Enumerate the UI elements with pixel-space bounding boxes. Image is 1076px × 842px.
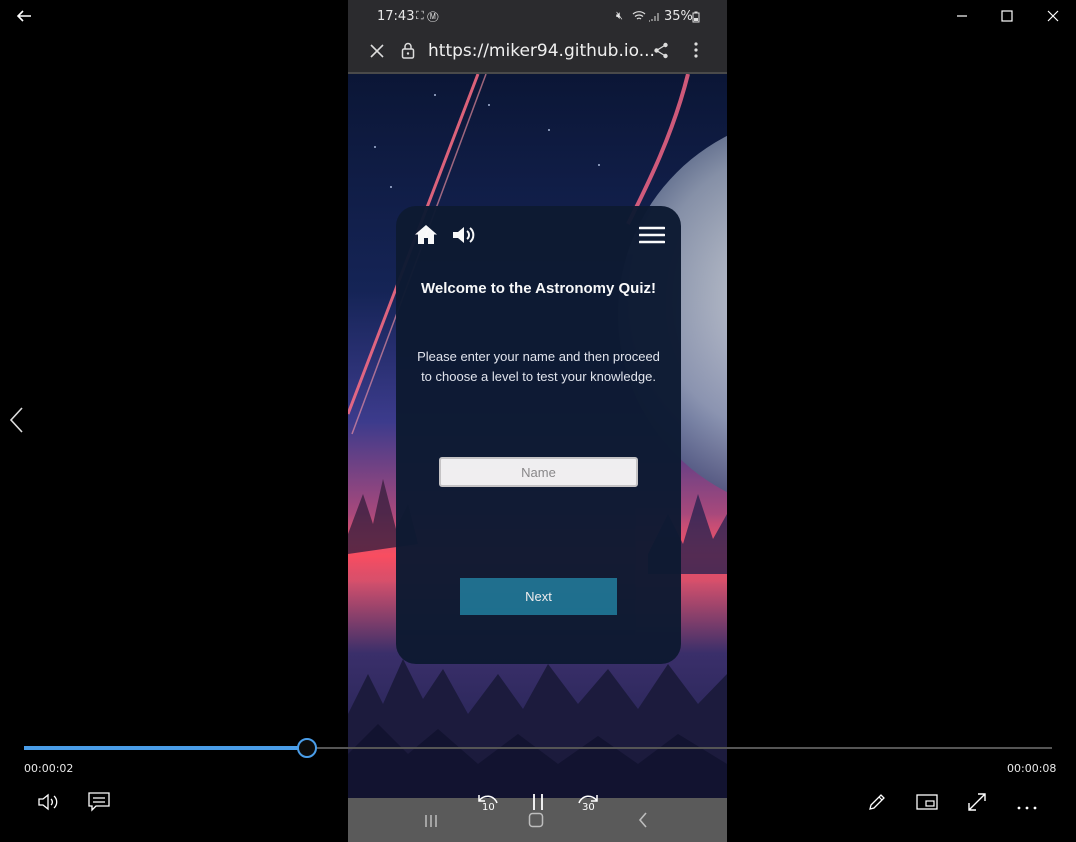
wifi-icon [632, 10, 646, 25]
status-time: 17:43 [377, 9, 415, 24]
fullscreen-button[interactable] [963, 790, 991, 818]
maximize-icon [1001, 10, 1013, 22]
previous-button[interactable] [4, 406, 28, 434]
seek-bar-fill [24, 746, 307, 750]
home-icon[interactable] [414, 224, 438, 249]
more-options-button[interactable] [1013, 790, 1041, 818]
close-button[interactable] [1041, 4, 1065, 28]
phone-screen: 17:43 ⛶ Ⓜ 🔇︎ 35% https://miker94.github.… [348, 0, 727, 842]
star [548, 129, 550, 131]
subtitles-icon [88, 792, 110, 816]
maximize-button[interactable] [995, 4, 1019, 28]
name-input[interactable] [439, 457, 638, 487]
star [374, 146, 376, 148]
share-icon[interactable] [653, 42, 669, 63]
star [434, 94, 436, 96]
recent-apps-icon[interactable] [424, 813, 438, 832]
current-time: 00:00:02 [24, 762, 74, 775]
expand-icon [967, 792, 987, 816]
signal-icon [648, 11, 660, 26]
quiz-instructions: Please enter your name and then proceed … [417, 349, 660, 384]
pencil-icon [867, 792, 887, 816]
next-button[interactable]: Next [460, 578, 617, 615]
status-bar: 17:43 ⛶ Ⓜ 🔇︎ 35% [348, 0, 727, 32]
star [488, 104, 490, 106]
hamburger-menu-icon[interactable] [638, 226, 666, 248]
quiz-card: Welcome to the Astronomy Quiz! Please en… [396, 206, 681, 664]
star [390, 186, 392, 188]
mini-view-button[interactable] [913, 790, 941, 818]
ellipsis-icon [1017, 795, 1037, 814]
back-button[interactable] [12, 4, 36, 28]
browser-toolbar: https://miker94.github.io... [348, 32, 727, 74]
minimize-button[interactable] [950, 4, 974, 28]
more-menu-icon[interactable] [694, 42, 698, 62]
back-nav-icon[interactable] [638, 812, 648, 832]
lock-icon [401, 42, 415, 63]
forward-seconds: 30 [582, 802, 595, 813]
pause-button[interactable] [524, 790, 552, 818]
space-background: Welcome to the Astronomy Quiz! Please en… [348, 74, 727, 798]
seek-thumb[interactable] [296, 738, 317, 758]
notification-icons: ⛶ Ⓜ [416, 9, 439, 22]
subtitles-button[interactable] [85, 790, 113, 818]
mute-icon: 🔇︎ [616, 9, 623, 22]
battery-percent: 35% [664, 9, 693, 24]
speaker-icon[interactable] [452, 225, 478, 249]
pause-icon [531, 792, 545, 816]
star [598, 164, 600, 166]
chevron-left-icon [8, 406, 24, 434]
volume-icon [37, 792, 61, 816]
arrow-left-icon [16, 8, 32, 24]
total-time: 00:00:08 [1007, 762, 1057, 775]
minimize-icon [956, 10, 968, 22]
rewind-button[interactable]: 10 [474, 790, 502, 818]
mini-view-icon [916, 794, 938, 814]
quiz-title: Welcome to the Astronomy Quiz! [420, 280, 657, 297]
url-field[interactable]: https://miker94.github.io... [428, 41, 655, 61]
edit-button[interactable] [863, 790, 891, 818]
forward-button[interactable]: 30 [574, 790, 602, 818]
battery-icon [692, 11, 700, 27]
rewind-seconds: 10 [482, 802, 495, 813]
close-tab-icon[interactable] [369, 43, 385, 63]
seek-bar[interactable] [24, 738, 1052, 758]
close-icon [1047, 10, 1059, 22]
volume-button[interactable] [35, 790, 63, 818]
